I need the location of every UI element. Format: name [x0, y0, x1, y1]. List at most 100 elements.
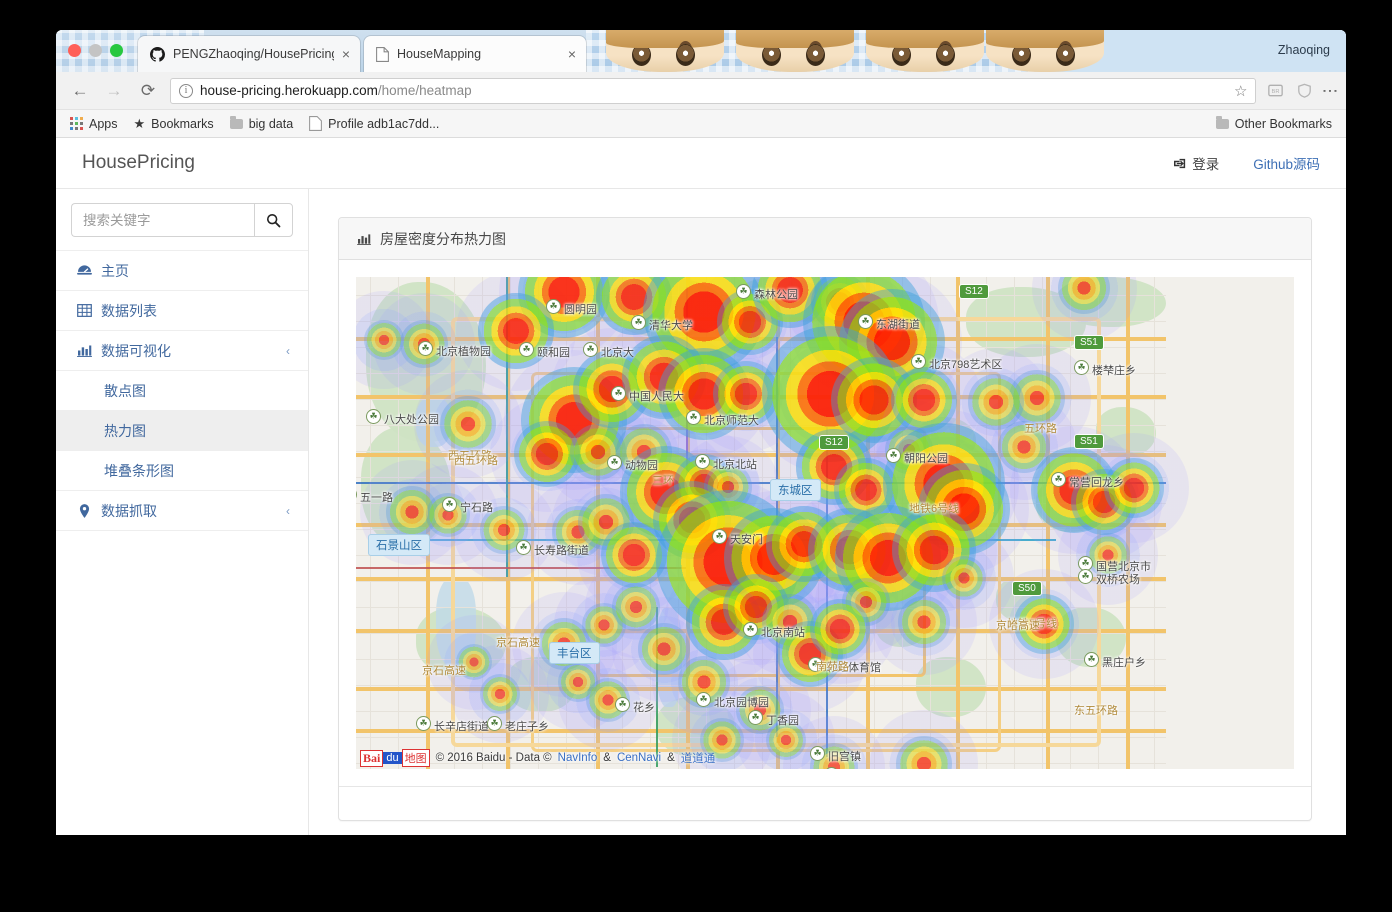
- login-link[interactable]: 登录: [1174, 153, 1219, 173]
- panel-header: 房屋密度分布热力图: [339, 218, 1311, 260]
- sidebar-item-data-visualization[interactable]: 数据可视化 ‹: [56, 330, 308, 370]
- tab-title: HouseMapping: [397, 47, 482, 61]
- extension-icon-1[interactable]: BR: [1266, 81, 1285, 100]
- map-pin-icon: [76, 503, 93, 518]
- map-road-label-4: 地铁6号线: [909, 503, 960, 515]
- bookmarks-bar: Apps ★ Bookmarks big data Profile adb1ac…: [56, 110, 1346, 138]
- map-poi-icon: ☘: [442, 497, 457, 512]
- map-poi-icon: ☘: [810, 746, 825, 761]
- bookmark-label: Bookmarks: [151, 116, 214, 131]
- url-path: /home/heatmap: [377, 83, 472, 98]
- map-poi-icon: ☘: [695, 454, 710, 469]
- map-poi-icon: ☘: [1074, 360, 1089, 375]
- app-brand[interactable]: HousePricing: [82, 152, 195, 174]
- sidebar-item-heatmap[interactable]: 热力图: [56, 410, 308, 450]
- sidebar-item-data-scraping[interactable]: 数据抓取 ‹: [56, 490, 308, 530]
- sidebar-item-scatter-plot[interactable]: 散点图: [56, 370, 308, 410]
- site-info-icon[interactable]: i: [179, 83, 193, 98]
- map-road-label-1: 五环路: [1024, 423, 1057, 435]
- map-poi-icon: ☘: [519, 342, 534, 357]
- browser-menu-button[interactable]: ⋮: [1321, 83, 1338, 99]
- close-window-button[interactable]: [68, 44, 81, 57]
- sidebar-item-stacked-bar[interactable]: 堆叠条形图: [56, 450, 308, 490]
- map-poi-label-29: 五一路: [360, 492, 393, 504]
- bookmark-star-icon[interactable]: ☆: [1234, 82, 1247, 100]
- browser-profile-name[interactable]: Zhaoqing: [1278, 43, 1330, 57]
- map-poi-label-31: 长寿路街道: [534, 545, 589, 557]
- bookmark-label: Apps: [89, 116, 118, 131]
- map-district-label-1: 石景山区: [368, 534, 430, 556]
- map-district-label-0: 东城区: [770, 479, 821, 501]
- browser-tab-active[interactable]: HouseMapping ×: [364, 36, 586, 72]
- url-text: house-pricing.herokuapp.com/home/heatmap: [200, 83, 472, 98]
- search-input[interactable]: [71, 203, 254, 237]
- map-poi-label-16: 黑庄户乡: [1102, 657, 1146, 669]
- tab-close-button[interactable]: ×: [568, 47, 576, 61]
- bookmark-label: big data: [248, 116, 294, 131]
- table-icon: [76, 304, 93, 317]
- baidu-logo: Bai du 地图: [360, 749, 430, 767]
- map-poi-icon: ☘: [516, 540, 531, 555]
- map-poi-label-25: 旧宫镇: [828, 751, 861, 763]
- github-icon: [150, 46, 165, 62]
- bookmark-apps[interactable]: Apps: [70, 117, 118, 131]
- browser-tab[interactable]: PENGZhaoqing/HousePricing ×: [138, 36, 360, 72]
- map-poi-label-18: 北京北站: [713, 459, 757, 471]
- map-poi-label-3: 颐和园: [537, 347, 570, 359]
- map-poi-icon: ☘: [366, 409, 381, 424]
- map-highway-shield-3: S51: [1074, 434, 1104, 449]
- map-poi-icon: ☘: [611, 386, 626, 401]
- map-road-label-6: 京哈高速: [996, 620, 1040, 632]
- back-button[interactable]: ←: [68, 79, 92, 103]
- sidebar-filler: [56, 530, 308, 835]
- bookmark-profile[interactable]: Profile adb1ac7dd...: [309, 116, 439, 131]
- folder-icon: [229, 115, 243, 129]
- map-poi-icon: ☘: [418, 341, 433, 356]
- browser-toolbar: ← → ⟳ i house-pricing.herokuapp.com/home…: [56, 72, 1346, 110]
- desktop-background: PENGZhaoqing/HousePricing × HouseMapping…: [0, 0, 1392, 912]
- address-bar[interactable]: i house-pricing.herokuapp.com/home/heatm…: [170, 77, 1257, 104]
- bookmark-big-data[interactable]: big data: [229, 115, 294, 131]
- map-poi-label-19: 天安门: [730, 534, 763, 546]
- map-poi-icon: ☘: [696, 692, 711, 707]
- reload-button[interactable]: ⟳: [136, 79, 160, 103]
- map-road-label-7: 南苑路: [816, 661, 849, 673]
- app-header: HousePricing 登录 Github源码: [56, 138, 1346, 189]
- map-poi-label-20: 北京南站: [761, 627, 805, 639]
- map-poi-label-30: 宁石路: [460, 502, 493, 514]
- maximize-window-button[interactable]: [110, 44, 123, 57]
- extension-icon-shield[interactable]: [1295, 81, 1314, 100]
- map-road-label-2: 京石高速: [496, 637, 540, 649]
- attribution-link-navinfo[interactable]: NavInfo: [558, 752, 598, 764]
- bar-chart-icon: [76, 344, 93, 357]
- search-button[interactable]: [254, 203, 293, 237]
- dashboard-icon: [76, 264, 93, 277]
- window-controls[interactable]: [68, 44, 123, 57]
- map-poi-label-11: 朝阳公园: [904, 453, 948, 465]
- map-road-label-3: 京石高速: [422, 665, 466, 677]
- map-poi-label-23: 花乡: [633, 702, 655, 714]
- map-poi-icon: ☘: [712, 529, 727, 544]
- sidebar-item-home[interactable]: 主页: [56, 250, 308, 290]
- map-poi-label-9: 北京798艺术区: [929, 359, 1003, 371]
- minimize-window-button[interactable]: [89, 44, 102, 57]
- github-source-link[interactable]: Github源码: [1253, 153, 1320, 173]
- bookmark-bookmarks[interactable]: ★ Bookmarks: [134, 116, 214, 132]
- tab-close-button[interactable]: ×: [342, 47, 350, 61]
- map-poi-label-10: 东湖街道: [876, 319, 920, 331]
- map-poi-label-7: 中国人民大: [629, 391, 684, 403]
- browser-theme-artwork: [586, 30, 1346, 72]
- star-icon: ★: [133, 115, 146, 131]
- map-poi-icon: ☘: [1051, 472, 1066, 487]
- attribution-link-cennavi[interactable]: CenNavi: [617, 752, 661, 764]
- attribution-link-daodaotong[interactable]: 道道通: [681, 750, 716, 766]
- other-bookmarks-folder[interactable]: Other Bookmarks: [1215, 115, 1332, 131]
- folder-icon: [1215, 115, 1229, 129]
- map-poi-label-24: 丁香园: [766, 715, 799, 727]
- map-district-label-2: 丰台区: [549, 642, 600, 664]
- baidu-heatmap[interactable]: ☘ 森林公园 ☘ 清华大学 ☘ 圆明园 ☘ 颐和园 ☘ 北京植物园 ☘ 北京大 ☘ 八大处公园 ☘ 中国人民大…: [356, 277, 1294, 769]
- forward-button[interactable]: →: [102, 79, 126, 103]
- sidebar-item-data-list[interactable]: 数据列表: [56, 290, 308, 330]
- map-poi-icon: ☘: [743, 622, 758, 637]
- bar-chart-icon: [357, 233, 371, 245]
